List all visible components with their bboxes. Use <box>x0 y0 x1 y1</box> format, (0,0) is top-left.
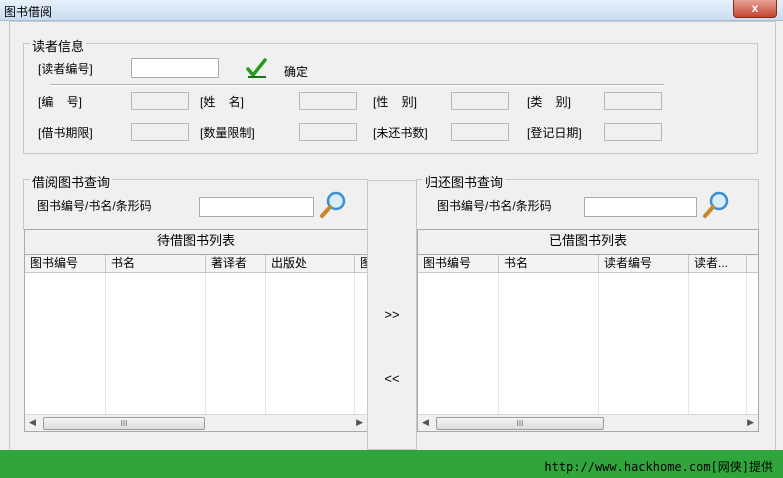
return-search-input[interactable] <box>584 197 697 217</box>
reader-number-label: [编 号] <box>38 95 83 109</box>
scroll-right-icon[interactable]: ▶ <box>747 417 754 428</box>
scroll-right-icon[interactable]: ▶ <box>356 417 363 428</box>
loan-period-value <box>131 123 189 141</box>
move-right-button[interactable]: >> <box>368 307 416 322</box>
unreturned-count-label: [未还书数] <box>373 126 428 140</box>
register-date-value <box>604 123 662 141</box>
return-search-icon[interactable] <box>701 190 731 220</box>
transfer-column: >> << <box>367 180 417 450</box>
loan-period-label: [借书期限] <box>38 126 93 140</box>
column-divider <box>598 273 599 414</box>
pending-list-title: 待借图书列表 <box>156 233 235 248</box>
scroll-thumb[interactable]: III <box>436 417 604 430</box>
unreturned-count-value <box>451 123 509 141</box>
borrow-query-group: 借阅图书查询 图书编号/书名/条形码 <box>23 172 368 230</box>
register-date-label: [登记日期] <box>527 126 582 140</box>
quantity-limit-value <box>299 123 357 141</box>
column-header[interactable]: 图 <box>355 255 367 272</box>
column-divider <box>498 273 499 414</box>
column-divider <box>354 273 355 414</box>
borrow-search-label: 图书编号/书名/条形码 <box>37 199 152 213</box>
scroll-left-icon[interactable]: ◀ <box>29 417 36 428</box>
borrow-query-legend: 借阅图书查询 <box>30 172 113 191</box>
reader-info-divider <box>50 84 664 86</box>
pending-list-body <box>25 273 367 414</box>
close-button[interactable]: x <box>733 0 777 18</box>
pending-list-scrollbar[interactable]: ◀ III ▶ <box>25 414 367 431</box>
reader-id-label: [读者编号] <box>38 62 93 76</box>
pending-list-header: 图书编号 书名 著译者 出版处 图 <box>25 255 367 273</box>
column-header[interactable]: 图书编号 <box>418 255 499 272</box>
column-header[interactable]: 出版处 <box>266 255 355 272</box>
check-icon[interactable] <box>246 58 268 80</box>
borrowed-list-scrollbar[interactable]: ◀ III ▶ <box>418 414 758 431</box>
reader-info-group: 读者信息 [读者编号] 确定 [编 号] [姓 名] [性 别] [类 别] [… <box>23 36 758 154</box>
column-header[interactable]: 读者... <box>689 255 747 272</box>
column-header[interactable]: 图书编号 <box>25 255 106 272</box>
reader-info-legend: 读者信息 <box>30 36 87 55</box>
quantity-limit-label: [数量限制] <box>200 126 255 140</box>
column-header[interactable]: 著译者 <box>206 255 266 272</box>
column-header[interactable] <box>747 255 758 272</box>
borrowed-list-header: 图书编号 书名 读者编号 读者... <box>418 255 758 273</box>
window-client: 读者信息 [读者编号] 确定 [编 号] [姓 名] [性 别] [类 别] [… <box>9 21 776 451</box>
column-divider <box>746 273 747 414</box>
borrow-search-icon[interactable] <box>318 190 348 220</box>
reader-gender-value <box>451 92 509 110</box>
move-left-button[interactable]: << <box>368 371 416 386</box>
column-header[interactable]: 读者编号 <box>599 255 689 272</box>
reader-gender-label: [性 别] <box>373 95 418 109</box>
reader-name-label: [姓 名] <box>200 95 245 109</box>
column-divider <box>688 273 689 414</box>
pending-list-grid[interactable]: 图书编号 书名 著译者 出版处 图 ◀ III ▶ <box>25 254 367 431</box>
borrowed-list-body <box>418 273 758 414</box>
borrowed-list-title: 已借图书列表 <box>548 233 627 248</box>
confirm-button[interactable]: 确定 <box>284 63 308 80</box>
pending-list-panel: 待借图书列表 图书编号 书名 著译者 出版处 图 ◀ III ▶ <box>24 229 368 432</box>
reader-type-value <box>604 92 662 110</box>
reader-number-value <box>131 92 189 110</box>
reader-name-value <box>299 92 357 110</box>
scroll-thumb[interactable]: III <box>43 417 205 430</box>
return-search-label: 图书编号/书名/条形码 <box>437 199 552 213</box>
status-bar: http://www.hackhome.com[网侠]提供 <box>0 450 783 478</box>
column-divider <box>205 273 206 414</box>
reader-id-input[interactable] <box>131 58 219 78</box>
column-divider <box>105 273 106 414</box>
borrow-search-input[interactable] <box>199 197 314 217</box>
return-query-legend: 归还图书查询 <box>423 172 506 191</box>
borrowed-list-grid[interactable]: 图书编号 书名 读者编号 读者... ◀ III ▶ <box>418 254 758 431</box>
borrowed-list-panel: 已借图书列表 图书编号 书名 读者编号 读者... ◀ III ▶ <box>417 229 759 432</box>
title-bar: 图书借阅 x <box>0 0 783 21</box>
window-title: 图书借阅 <box>4 5 53 19</box>
credit-text: http://www.hackhome.com[网侠]提供 <box>544 460 773 474</box>
column-header[interactable]: 书名 <box>106 255 206 272</box>
column-divider <box>265 273 266 414</box>
scroll-left-icon[interactable]: ◀ <box>422 417 429 428</box>
reader-type-label: [类 别] <box>527 95 572 109</box>
return-query-group: 归还图书查询 图书编号/书名/条形码 <box>416 172 759 230</box>
column-header[interactable]: 书名 <box>499 255 599 272</box>
